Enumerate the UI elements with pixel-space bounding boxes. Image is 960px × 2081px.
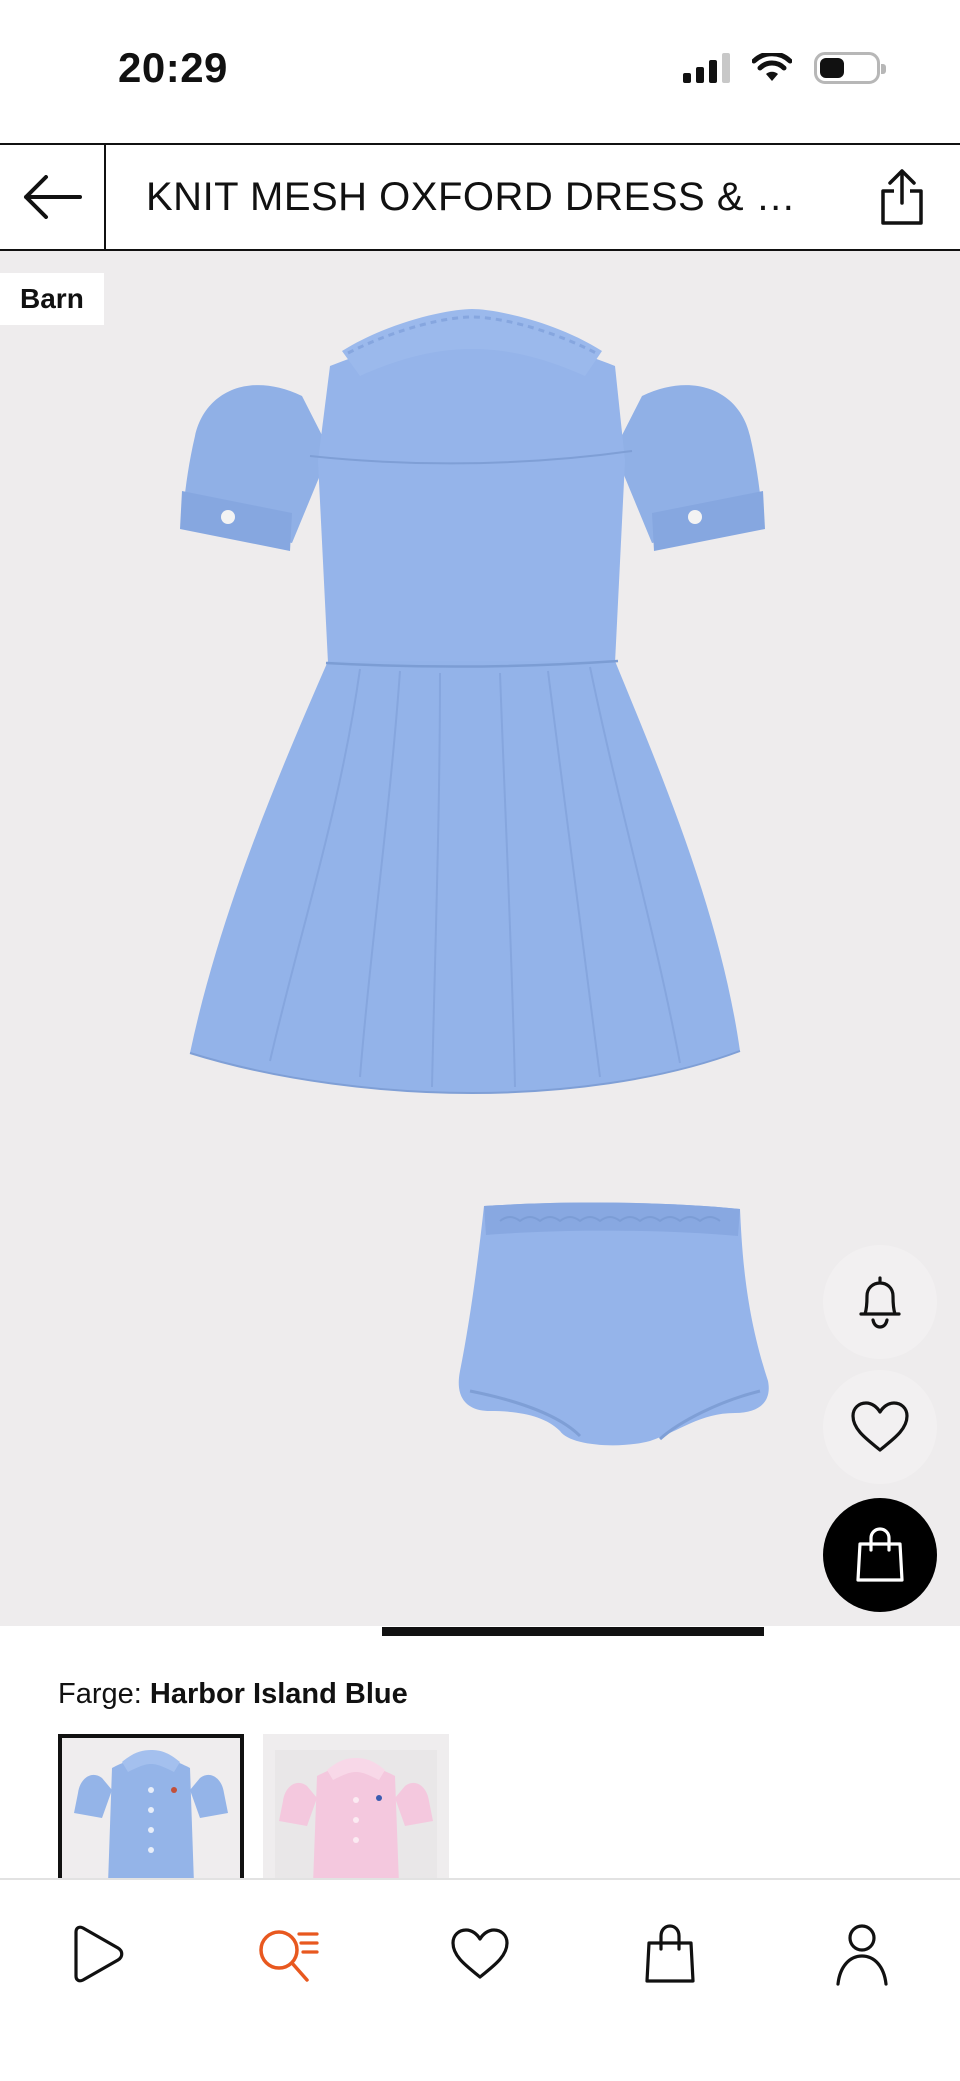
pink-dress-swatch[interactable] bbox=[263, 1734, 449, 1884]
wifi-icon bbox=[752, 53, 792, 81]
gallery-page-indicator bbox=[382, 1627, 764, 1636]
notify-button[interactable] bbox=[823, 1245, 937, 1359]
nav-home[interactable] bbox=[58, 1916, 134, 1992]
category-badge: Barn bbox=[0, 273, 104, 325]
favorite-button[interactable] bbox=[823, 1370, 937, 1484]
nav-favorites[interactable] bbox=[442, 1916, 518, 1992]
status-bar: 20:29 bbox=[0, 0, 960, 140]
bell-icon bbox=[859, 1276, 901, 1329]
heart-icon bbox=[451, 1928, 509, 1979]
status-icons bbox=[683, 52, 886, 84]
bottom-navigation bbox=[0, 1878, 960, 2081]
top-app-bar: KNIT MESH OXFORD DRESS & B... bbox=[0, 143, 960, 251]
back-button[interactable] bbox=[0, 145, 106, 249]
nav-profile[interactable] bbox=[824, 1916, 900, 1992]
blue-dress-swatch[interactable] bbox=[58, 1734, 244, 1884]
shopping-bag-icon bbox=[645, 1924, 695, 1983]
blue-dress-thumbnail bbox=[74, 1750, 228, 1880]
page-title: KNIT MESH OXFORD DRESS & B... bbox=[146, 175, 806, 219]
status-time: 20:29 bbox=[118, 44, 228, 91]
color-label: Farge: Harbor Island Blue bbox=[58, 1678, 408, 1711]
dress-illustration bbox=[180, 309, 765, 1095]
nav-bag[interactable] bbox=[632, 1916, 708, 1992]
add-to-bag-button[interactable] bbox=[823, 1498, 937, 1612]
product-image bbox=[180, 309, 769, 1446]
bloomers-illustration bbox=[458, 1202, 769, 1446]
color-selector: Farge: Harbor Island Blue bbox=[0, 1636, 960, 1884]
share-button[interactable] bbox=[872, 165, 932, 229]
signal-icon bbox=[683, 53, 730, 83]
heart-icon bbox=[851, 1401, 909, 1452]
shopping-bag-icon bbox=[856, 1527, 904, 1582]
user-icon bbox=[836, 1924, 888, 1986]
color-label-key: Farge: bbox=[58, 1678, 142, 1710]
arrow-left-icon bbox=[24, 175, 82, 219]
nav-search[interactable] bbox=[250, 1916, 326, 1992]
product-image-gallery[interactable]: Barn bbox=[0, 251, 960, 1626]
pink-dress-thumbnail bbox=[275, 1750, 437, 1884]
color-label-value: Harbor Island Blue bbox=[149, 1678, 408, 1710]
play-icon bbox=[74, 1925, 124, 1983]
share-icon bbox=[881, 169, 923, 225]
search-list-icon bbox=[259, 1930, 319, 1982]
battery-icon bbox=[814, 52, 886, 84]
